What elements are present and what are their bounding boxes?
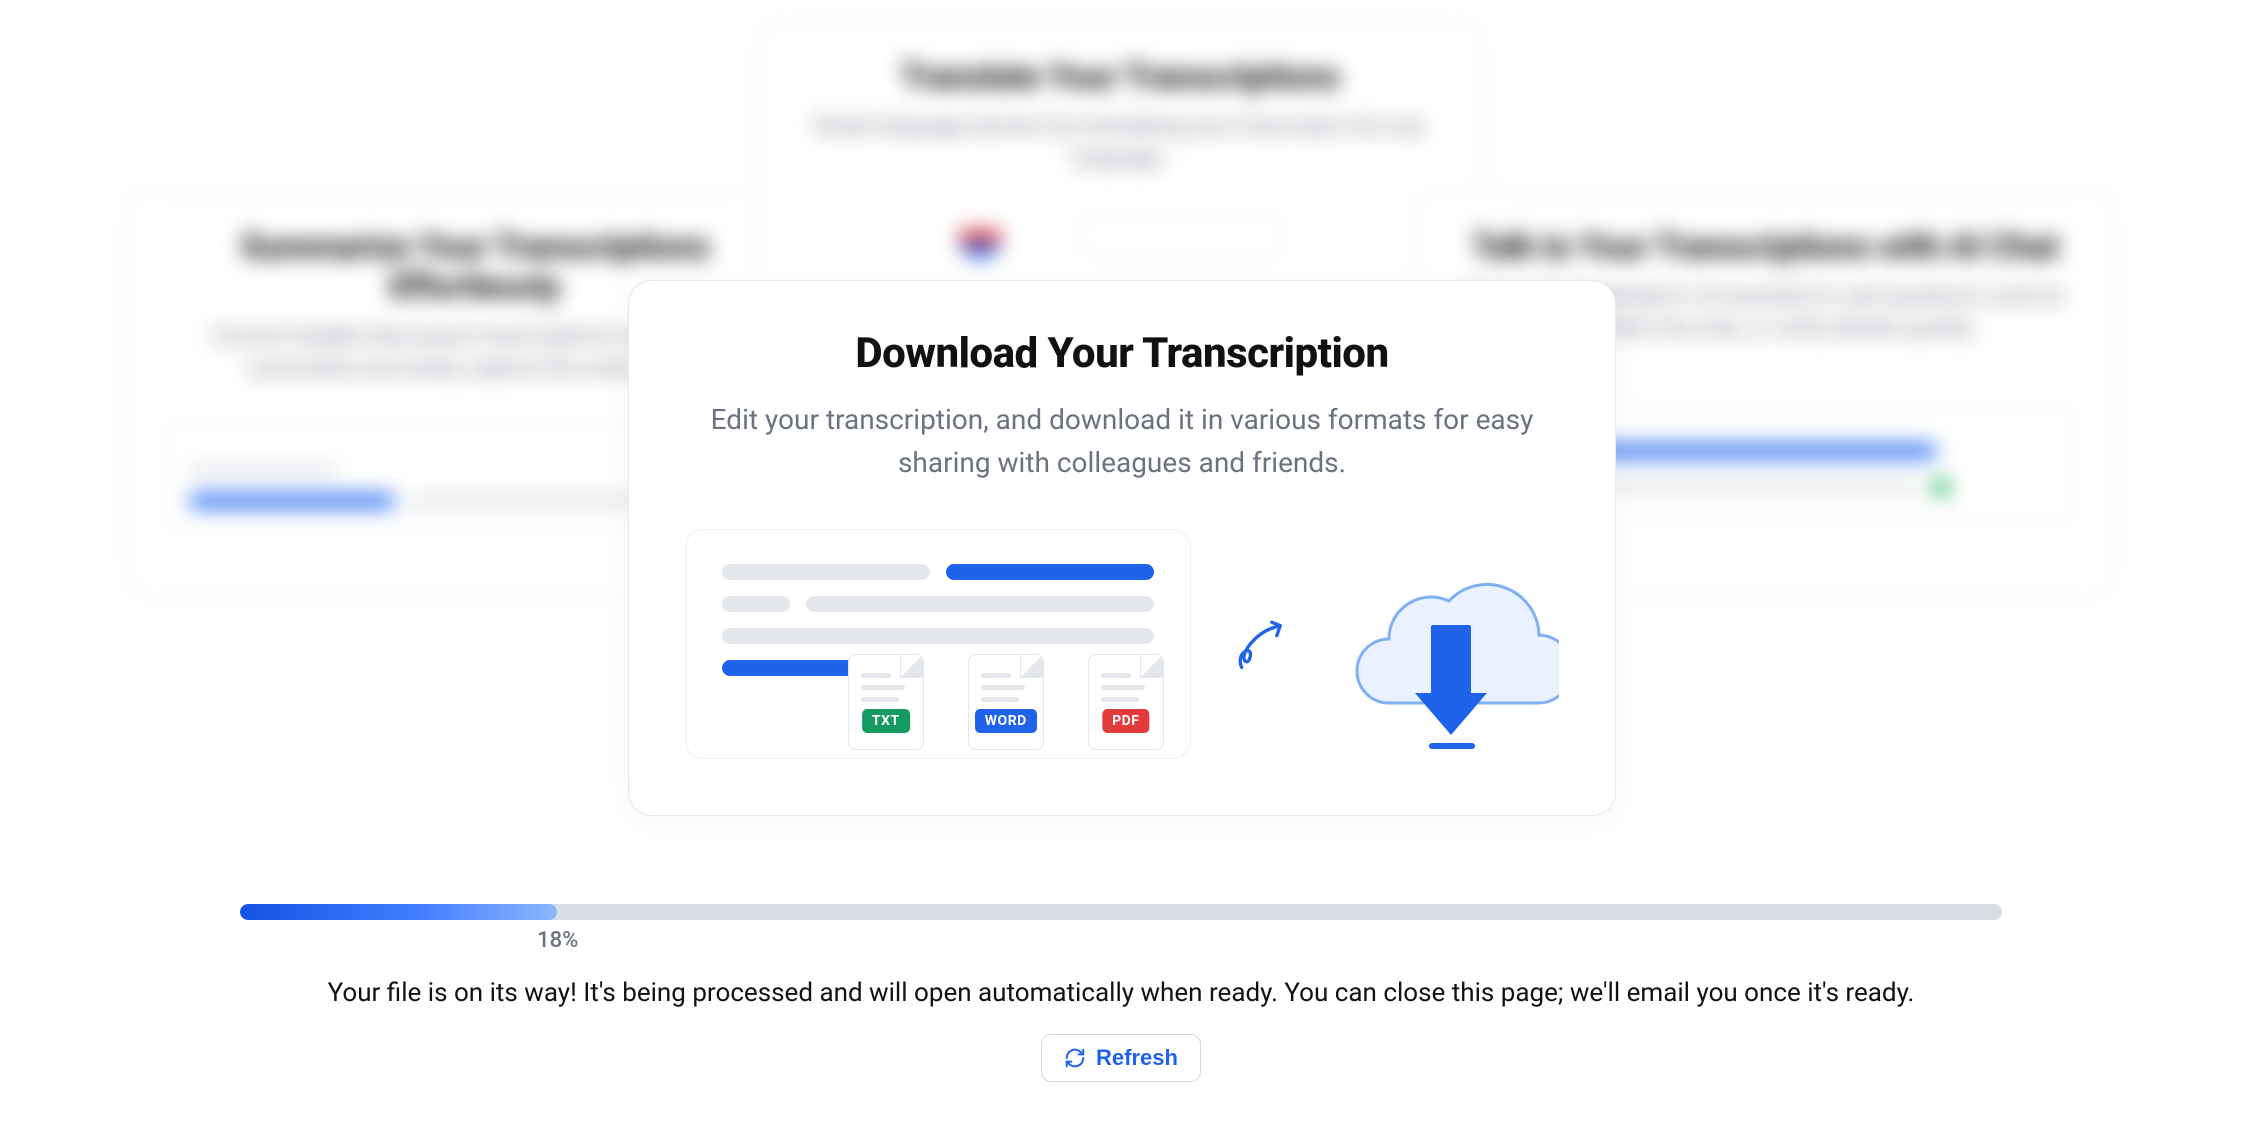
format-badge-pdf: PDF [1102, 709, 1149, 733]
download-card-title: Download Your Transcription [685, 329, 1559, 378]
progress-bar [240, 904, 2002, 920]
progress-section: 18% [240, 904, 2002, 953]
refresh-button-label: Refresh [1096, 1045, 1178, 1071]
download-illustration: TXT WORD PDF [685, 529, 1559, 759]
progress-bar-fill [240, 904, 557, 920]
download-card: Download Your Transcription Edit your tr… [628, 280, 1616, 816]
bg-card-translate-title: Translate Your Transcriptions [796, 57, 1444, 97]
status-message: Your file is on its way! It's being proc… [0, 978, 2242, 1008]
transcript-preview: TXT WORD PDF [685, 529, 1191, 759]
refresh-button[interactable]: Refresh [1041, 1034, 1201, 1082]
export-file-txt: TXT [848, 654, 924, 750]
format-badge-word: WORD [975, 709, 1037, 733]
progress-percent-label: 18% [537, 928, 2002, 953]
refresh-icon [1064, 1047, 1086, 1069]
bg-card-translate-desc: Break language barriers by translating y… [796, 111, 1444, 175]
bg-card-aichat-title: Talk to Your Transcriptions with AI Chat [1456, 227, 2074, 267]
cloud-download-icon [1329, 529, 1559, 759]
arrow-swirl-icon [1235, 604, 1285, 684]
format-badge-txt: TXT [862, 709, 910, 733]
download-card-desc: Edit your transcription, and download it… [685, 398, 1559, 485]
export-file-word: WORD [968, 654, 1044, 750]
export-file-pdf: PDF [1088, 654, 1164, 750]
